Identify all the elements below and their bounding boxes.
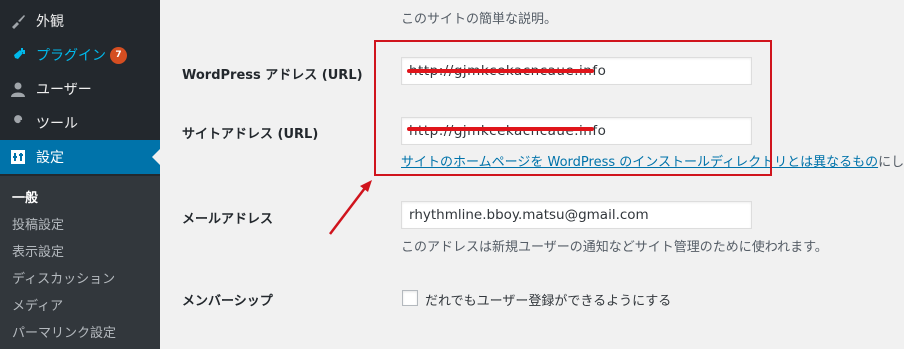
submenu-item-media[interactable]: メディア <box>12 295 63 314</box>
email-label: メールアドレス <box>182 212 274 227</box>
submenu-item-permalinks[interactable]: パーマリンク設定 <box>12 322 116 341</box>
annotation-highlight-box <box>374 40 772 176</box>
wp-address-label: WordPress アドレス (URL) <box>182 68 363 83</box>
menu-label: ツール <box>36 116 78 132</box>
membership-checkbox[interactable] <box>402 290 418 306</box>
submenu-item-discussion[interactable]: ディスカッション <box>12 268 115 287</box>
user-icon <box>0 80 36 98</box>
submenu-item-reading[interactable]: 表示設定 <box>12 241 64 260</box>
annotation-arrow-icon <box>329 180 372 235</box>
site-address-label: サイトアドレス (URL) <box>182 127 319 142</box>
menu-label: プラグイン <box>36 48 106 64</box>
menu-label: 外観 <box>36 14 64 30</box>
membership-checkbox-label[interactable]: だれでもユーザー登録ができるようにする <box>425 290 671 309</box>
wrench-icon <box>0 114 36 132</box>
email-value: rhythmline.bboy.matsu@gmail.com <box>409 207 649 223</box>
tagline-description: このサイトの簡単な説明。 <box>401 12 558 27</box>
menu-item-users[interactable]: ユーザー <box>0 72 160 106</box>
submenu-item-general[interactable]: 一般 <box>12 187 38 206</box>
menu-item-tools[interactable]: ツール <box>0 106 160 140</box>
settings-submenu: 一般 投稿設定 表示設定 ディスカッション メディア パーマリンク設定 <box>0 176 160 349</box>
settings-icon <box>0 148 36 166</box>
submenu-item-writing[interactable]: 投稿設定 <box>12 214 64 233</box>
menu-label: 設定 <box>36 150 64 166</box>
menu-item-plugins[interactable]: プラグイン 7 <box>0 38 160 72</box>
membership-label: メンバーシップ <box>182 294 273 309</box>
email-input[interactable]: rhythmline.bboy.matsu@gmail.com <box>401 201 752 229</box>
menu-item-settings[interactable]: 設定 <box>0 140 160 174</box>
email-description: このアドレスは新規ユーザーの通知などサイト管理のために使われます。 <box>401 240 828 255</box>
site-address-help-tail: にしたい <box>878 155 904 170</box>
menu-label: ユーザー <box>36 82 92 98</box>
update-count-badge: 7 <box>110 46 127 64</box>
menu-item-appearance[interactable]: 外観 <box>0 4 160 38</box>
plugin-icon <box>0 46 36 64</box>
admin-sidebar: 外観 プラグイン 7 ユーザー ツール 設定 一般 投稿設定 表示設定 ディスカ… <box>0 0 160 349</box>
brush-icon <box>0 12 36 30</box>
